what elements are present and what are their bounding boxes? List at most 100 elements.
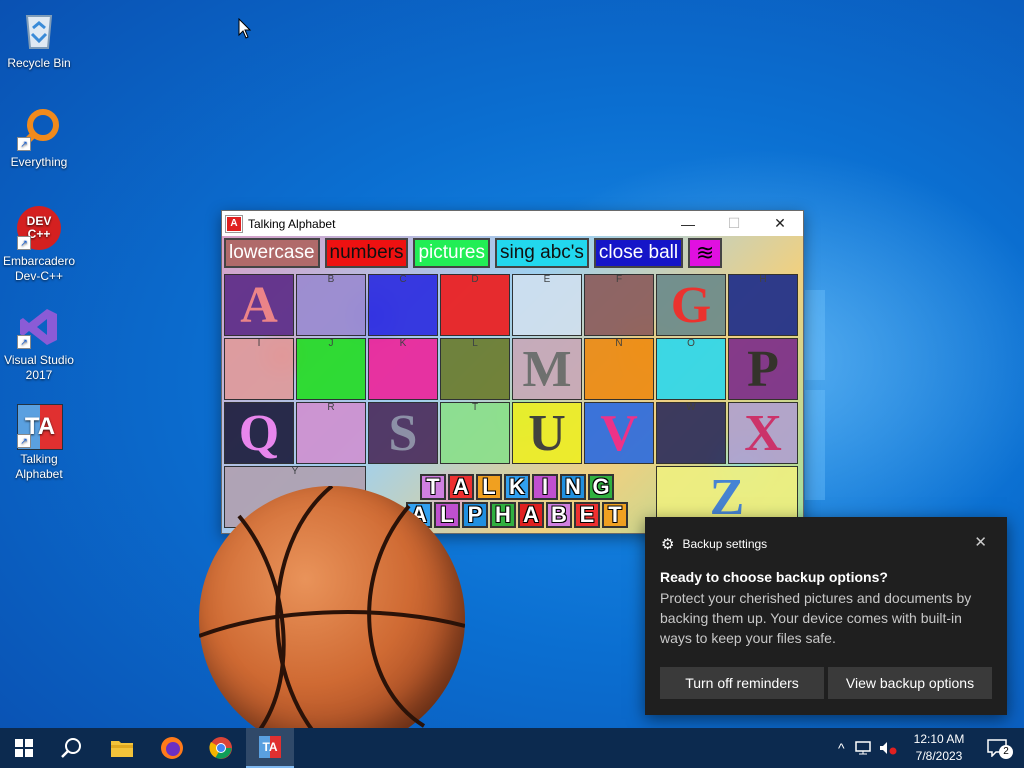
letter-big: P — [747, 340, 779, 398]
mouse-cursor-icon — [238, 18, 252, 39]
visual-studio-icon: ↗ — [17, 305, 61, 349]
devcpp-icon: DEV C++ ↗ — [17, 206, 61, 250]
logo-letter-block: G — [588, 474, 614, 500]
logo-letter-block: N — [560, 474, 586, 500]
windows-logo-icon — [15, 739, 33, 757]
letter-cell[interactable]: V — [584, 402, 654, 464]
app-icon: A — [226, 215, 242, 232]
letter-cell[interactable]: C — [368, 274, 438, 336]
letter-small: C — [399, 274, 407, 285]
letter-cell[interactable]: O — [656, 338, 726, 400]
notification-count-badge: 2 — [999, 745, 1013, 759]
letter-cell[interactable]: J — [296, 338, 366, 400]
desktop-icon-talking-alphabet[interactable]: TA ↗ Talking Alphabet — [2, 404, 76, 482]
search-button[interactable] — [48, 728, 96, 768]
letter-big: G — [670, 276, 712, 334]
talking-alphabet-taskbar-button[interactable]: TA — [246, 728, 294, 768]
letter-small: Y — [291, 466, 299, 477]
logo-letter-block: I — [532, 474, 558, 500]
wallpaper-light-beam — [805, 390, 825, 500]
lowercase-button[interactable]: lowercase — [224, 238, 320, 268]
file-explorer-button[interactable] — [98, 728, 146, 768]
shortcut-arrow-icon: ↗ — [17, 335, 31, 349]
minimize-button[interactable]: — — [665, 211, 711, 236]
notification-title: Ready to choose backup options? — [660, 569, 888, 585]
letter-cell[interactable]: E — [512, 274, 582, 336]
letter-cell[interactable]: H — [728, 274, 798, 336]
letter-cell[interactable]: B — [296, 274, 366, 336]
backup-notification[interactable]: ⚙ Backup settings ✕ Ready to choose back… — [645, 517, 1007, 715]
letter-big: X — [744, 404, 782, 462]
letter-small: E — [543, 274, 551, 285]
desktop-icon-everything[interactable]: ↗ Everything — [2, 107, 76, 170]
desktop-icon-visual-studio[interactable]: ↗ Visual Studio 2017 — [2, 305, 76, 383]
letter-cell[interactable]: P — [728, 338, 798, 400]
wave-button[interactable]: ≋ — [688, 238, 723, 268]
letter-cell[interactable]: M — [512, 338, 582, 400]
notification-body: Protect your cherished pictures and docu… — [660, 590, 972, 646]
desktop-icon-label: Talking Alphabet — [15, 452, 63, 481]
window-titlebar[interactable]: A Talking Alphabet — ☐ ✕ — [222, 211, 803, 236]
chrome-button[interactable] — [197, 728, 245, 768]
taskbar: TA ^ 12:10 AM 7/8/2023 2 — [0, 728, 1024, 768]
taskbar-clock[interactable]: 12:10 AM 7/8/2023 — [900, 731, 978, 765]
clock-date: 7/8/2023 — [915, 749, 963, 763]
letter-big: U — [528, 404, 566, 462]
desktop-icon-recycle-bin[interactable]: Recycle Bin — [2, 8, 76, 71]
folder-icon — [111, 741, 133, 757]
network-icon[interactable] — [854, 741, 871, 755]
letter-cell[interactable]: W — [656, 402, 726, 464]
logo-letter-block: L — [476, 474, 502, 500]
logo-letter-block: K — [504, 474, 530, 500]
notification-close-button[interactable]: ✕ — [974, 533, 987, 551]
firefox-button[interactable] — [148, 728, 196, 768]
basketball-seams-icon — [198, 484, 466, 754]
letter-cell[interactable]: S — [368, 402, 438, 464]
letter-big: V — [600, 404, 638, 462]
letter-small: H — [759, 274, 767, 285]
letter-cell[interactable]: A — [224, 274, 294, 336]
logo-letter-block: E — [574, 502, 600, 528]
letter-cell[interactable]: N — [584, 338, 654, 400]
numbers-button[interactable]: numbers — [324, 238, 409, 268]
sing-abcs-button[interactable]: sing abc's — [495, 238, 589, 268]
letter-cell[interactable]: U — [512, 402, 582, 464]
volume-muted-icon[interactable] — [879, 741, 897, 755]
letter-cell[interactable]: I — [224, 338, 294, 400]
desktop-icon-label: Embarcadero Dev-C++ — [2, 254, 76, 283]
view-backup-options-button[interactable]: View backup options — [828, 667, 992, 699]
letter-small: L — [472, 338, 478, 349]
pictures-button[interactable]: pictures — [413, 238, 490, 268]
close-button[interactable]: ✕ — [757, 211, 803, 236]
close-ball-button[interactable]: close ball — [593, 238, 684, 268]
letter-cell[interactable]: F — [584, 274, 654, 336]
letter-small: R — [327, 402, 335, 413]
notification-header: ⚙ Backup settings — [661, 535, 767, 553]
letter-cell[interactable]: Q — [224, 402, 294, 464]
recycle-bin-icon — [17, 8, 61, 52]
letter-cell[interactable]: L — [440, 338, 510, 400]
shortcut-arrow-icon: ↗ — [17, 236, 31, 250]
letter-small: N — [615, 338, 623, 349]
letter-cell[interactable]: G — [656, 274, 726, 336]
letter-small: K — [399, 338, 407, 349]
talking-alphabet-icon: TA — [259, 736, 281, 758]
letter-cell[interactable]: T — [440, 402, 510, 464]
start-button[interactable] — [0, 728, 48, 768]
desktop-icon-devcpp[interactable]: DEV C++ ↗ Embarcadero Dev-C++ — [2, 206, 76, 284]
letter-cell[interactable]: D — [440, 274, 510, 336]
letter-cell[interactable]: R — [296, 402, 366, 464]
letter-cell[interactable]: K — [368, 338, 438, 400]
chevron-up-icon[interactable]: ^ — [838, 740, 845, 756]
turn-off-reminders-button[interactable]: Turn off reminders — [660, 667, 824, 699]
wallpaper-light-beam — [805, 290, 825, 380]
search-icon — [61, 738, 81, 758]
letter-small: B — [327, 274, 335, 285]
action-center-button[interactable]: 2 — [982, 728, 1013, 768]
letter-cell[interactable]: X — [728, 402, 798, 464]
shortcut-arrow-icon: ↗ — [17, 434, 31, 448]
letter-small: D — [471, 274, 479, 285]
basketball[interactable] — [198, 484, 466, 754]
maximize-button[interactable]: ☐ — [711, 211, 757, 236]
letter-big: M — [522, 340, 572, 398]
